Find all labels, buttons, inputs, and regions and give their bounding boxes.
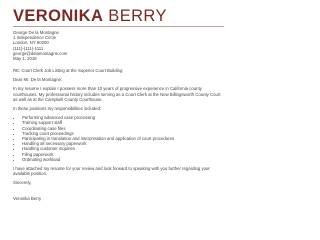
salutation: Dear Mr. De la Montagne: (13, 77, 63, 83)
letter-body: RE: Court Clerk Job Listing at the Super… (13, 68, 223, 205)
applicant-name-header: VERONIKA BERRY (13, 7, 224, 25)
duties-list: Performing advanced case processing Trai… (13, 115, 223, 162)
list-item: Ordinating workload (22, 157, 223, 162)
intro-paragraph: In my resume I explain I possess more th… (13, 86, 221, 102)
signature-name: Veronika Berry (13, 195, 42, 201)
closing-paragraph: I have attached my resume for your revie… (13, 166, 210, 177)
recipient-address-block: George De la Montagne 1 Independence Cir… (13, 30, 213, 61)
header-divider (13, 26, 224, 27)
re-line: RE: Court Clerk Job Listing at the Super… (13, 68, 123, 73)
cover-letter-page: VERONIKA BERRY George De la Montagne 1 I… (0, 0, 234, 216)
last-name: BERRY (108, 7, 167, 25)
duties-intro: In these positions my responsibilities i… (13, 106, 102, 112)
sign-off: Sincerely, (13, 180, 32, 186)
first-name: VERONIKA (13, 7, 104, 25)
letter-date: May 1, 2018 (13, 56, 37, 62)
